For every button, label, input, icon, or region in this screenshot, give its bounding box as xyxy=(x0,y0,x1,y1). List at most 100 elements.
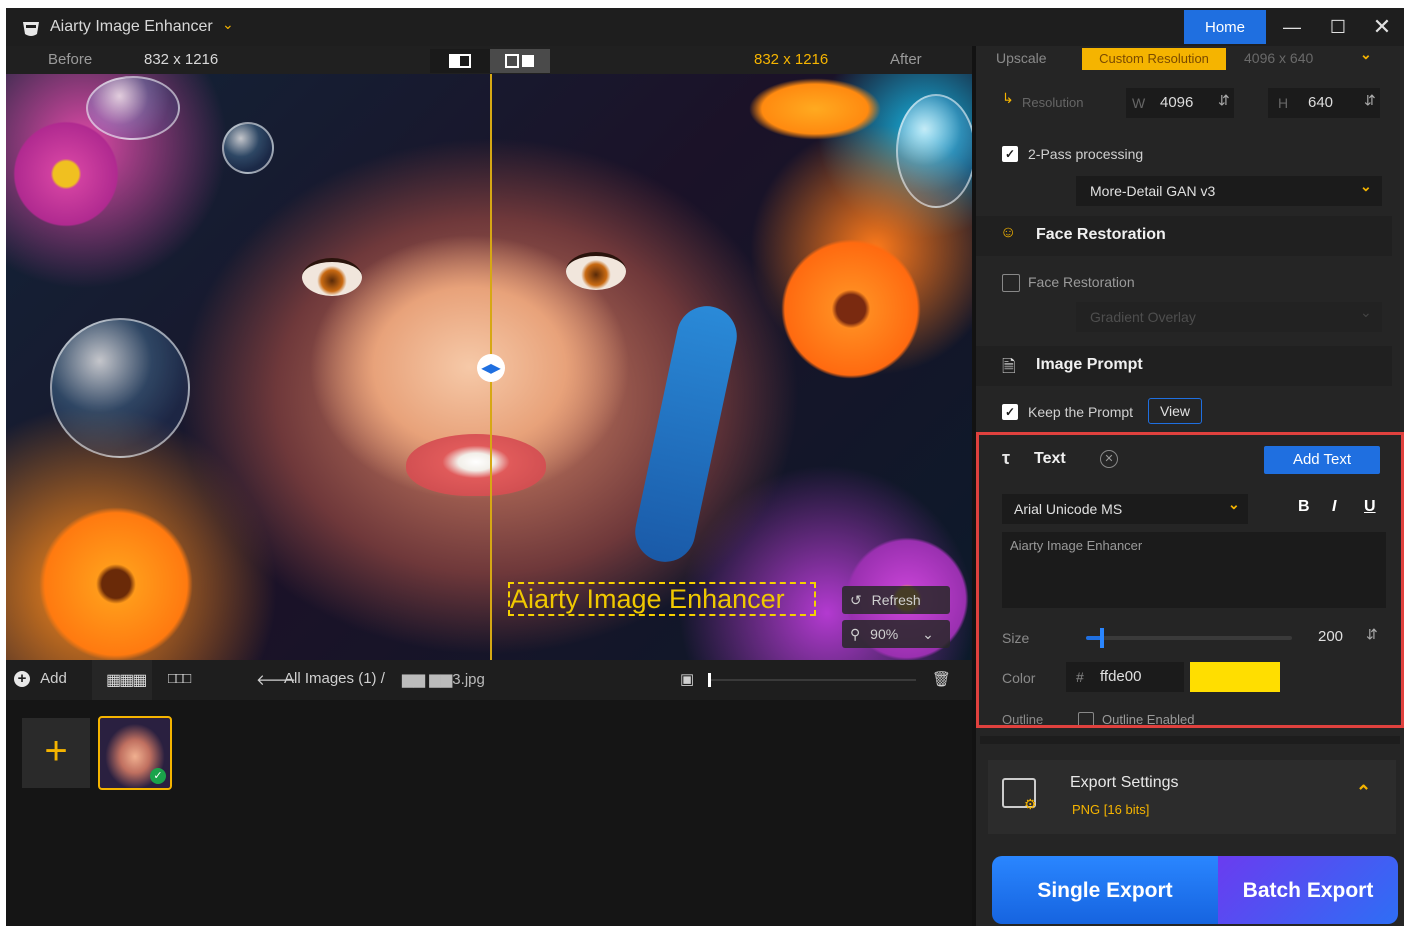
thumbnail-strip: + ✓ xyxy=(6,700,972,926)
refresh-button[interactable]: ↺ Refresh xyxy=(842,586,950,614)
bubble-decoration xyxy=(50,318,190,458)
trash-icon[interactable]: 🗑 xyxy=(932,670,951,688)
resolution-row: ↳ Resolution W 4096 ⇵ H 640 ⇵ xyxy=(980,88,1388,118)
image-prompt-title: Image Prompt xyxy=(1036,356,1143,373)
export-settings-card[interactable]: ⚙ Export Settings PNG [16 bits] ⌃ xyxy=(988,760,1396,834)
export-settings-title: Export Settings xyxy=(1070,774,1179,791)
image-canvas[interactable]: ◀▶ Aiarty Image Enhancer ↺ Refresh ⚲ 90%… xyxy=(6,74,972,660)
close-icon[interactable]: ✕ xyxy=(1364,12,1400,42)
face-restoration-label: Face Restoration xyxy=(1028,274,1135,290)
resolution-label: Resolution xyxy=(1022,95,1084,110)
minimize-icon[interactable]: — xyxy=(1274,12,1310,42)
face-restoration-checkbox[interactable] xyxy=(1002,274,1020,292)
two-pass-label: 2-Pass processing xyxy=(1028,146,1144,162)
image-prompt-section: 🗎 Image Prompt xyxy=(976,346,1392,386)
width-prefix: W xyxy=(1132,95,1146,111)
two-pass-checkbox[interactable]: ✓ xyxy=(1002,146,1018,162)
view-prompt-button[interactable]: View xyxy=(1148,398,1202,424)
refresh-icon: ↺ xyxy=(850,592,862,608)
chevron-down-icon: ⌄ xyxy=(1360,178,1372,194)
thumbnail-size-handle[interactable] xyxy=(708,673,711,687)
keep-prompt-checkbox[interactable]: ✓ xyxy=(1002,404,1018,420)
breadcrumb-all-images[interactable]: All Images (1) / xyxy=(284,670,385,687)
face-scan-icon: ☺ xyxy=(1000,224,1017,241)
stepper-icon[interactable]: ⇵ xyxy=(1218,92,1230,109)
chevron-down-icon: ⌄ xyxy=(922,626,934,642)
grid-icon: ▦▦▦ xyxy=(106,672,147,689)
zoom-icon: ⚲ xyxy=(850,626,861,642)
before-label: Before xyxy=(48,51,93,68)
before-size: 832 x 1216 xyxy=(144,51,219,68)
model-select-value: More-Detail GAN v3 xyxy=(1090,183,1216,199)
title-bar: Aiarty Image Enhancer ⌄ Home — ☐ ✕ xyxy=(6,8,1404,46)
text-watermark-overlay[interactable]: Aiarty Image Enhancer xyxy=(508,582,816,616)
check-icon: ✓ xyxy=(150,768,166,784)
width-input[interactable]: W 4096 ⇵ xyxy=(1126,88,1234,118)
upscale-mode-badge[interactable]: Custom Resolution xyxy=(1082,48,1226,70)
paint-splash xyxy=(629,300,743,568)
chevron-down-icon: ⌄ xyxy=(1360,304,1372,320)
gear-icon: ⚙ xyxy=(1024,796,1037,812)
model-select[interactable]: More-Detail GAN v3 ⌄ xyxy=(1076,176,1382,206)
bubble-decoration xyxy=(86,76,180,140)
export-format: PNG [16 bits] xyxy=(1072,802,1150,817)
single-export-button[interactable]: Single Export xyxy=(992,856,1218,924)
zoom-level: 90% xyxy=(870,626,899,642)
single-view-icon xyxy=(449,54,471,68)
add-icon: + xyxy=(14,671,30,687)
height-value: 640 xyxy=(1308,94,1334,111)
after-label: After xyxy=(890,51,922,68)
breadcrumb-filename: ▆▆ ▆▆3.jpg xyxy=(402,671,485,688)
compare-bar: Before 832 x 1216 832 x 1216 After xyxy=(6,46,972,74)
zoom-control[interactable]: ⚲ 90% ⌄ xyxy=(842,620,950,648)
single-view-button[interactable] xyxy=(430,49,490,73)
height-prefix: H xyxy=(1278,95,1289,111)
text-settings-highlight xyxy=(976,432,1404,728)
add-label: Add xyxy=(40,670,67,687)
document-icon: 🗎 xyxy=(1002,357,1016,376)
image-thumbnail[interactable]: ✓ xyxy=(98,716,172,790)
face-restoration-section: ☺ Face Restoration xyxy=(976,216,1392,256)
thumbnail-size-icon: ▣ xyxy=(680,671,695,688)
app-window: Aiarty Image Enhancer ⌄ Home — ☐ ✕ Befor… xyxy=(6,8,1404,926)
chevron-down-icon[interactable]: ⌄ xyxy=(1360,46,1372,63)
after-size: 832 x 1216 xyxy=(754,51,829,68)
split-view-icon xyxy=(505,54,534,68)
batch-export-button[interactable]: Batch Export xyxy=(1218,856,1398,924)
bubble-decoration xyxy=(896,94,972,208)
chevron-down-icon[interactable]: ⌄ xyxy=(222,16,234,33)
view-mode-toggle xyxy=(430,49,550,73)
upscale-row: Upscale Custom Resolution 4096 x 640 ⌄ xyxy=(980,46,1388,76)
split-view-button[interactable] xyxy=(490,49,550,73)
right-eye xyxy=(566,252,626,290)
add-text-button[interactable]: Add Text xyxy=(1264,446,1380,474)
flower-decoration xyxy=(6,494,226,660)
collapse-icon[interactable]: ⌃ xyxy=(1356,782,1371,803)
grid-view-button[interactable]: ▦▦▦ xyxy=(92,660,152,700)
face-model-select: Gradient Overlay ⌄ xyxy=(1076,302,1382,332)
keep-prompt-label: Keep the Prompt xyxy=(1028,404,1134,420)
flower-decoration xyxy=(740,74,890,144)
stepper-icon[interactable]: ⇵ xyxy=(1364,92,1376,109)
add-image-tile[interactable]: + xyxy=(22,718,90,788)
add-button[interactable]: + Add xyxy=(14,670,67,687)
left-eye xyxy=(302,258,362,296)
maximize-icon[interactable]: ☐ xyxy=(1320,12,1356,42)
width-value: 4096 xyxy=(1160,94,1194,111)
sub-arrow-icon: ↳ xyxy=(1002,90,1014,106)
split-handle-icon[interactable]: ◀▶ xyxy=(477,354,505,382)
filmstrip-view-icon[interactable]: □□□ xyxy=(168,670,191,687)
upscale-output-size: 4096 x 640 xyxy=(1244,50,1314,66)
home-tab[interactable]: Home xyxy=(1184,10,1266,44)
face-restoration-title: Face Restoration xyxy=(1036,226,1166,243)
refresh-label: Refresh xyxy=(871,592,921,608)
height-input[interactable]: H 640 ⇵ xyxy=(1268,88,1380,118)
thumbnail-size-slider[interactable] xyxy=(708,673,916,687)
upscale-label: Upscale xyxy=(996,50,1047,66)
lips xyxy=(406,434,546,496)
bubble-decoration xyxy=(222,122,274,174)
flower-decoration xyxy=(766,224,936,394)
panel-scrollbar[interactable] xyxy=(980,736,1400,744)
face-model-value: Gradient Overlay xyxy=(1090,309,1196,325)
image-toolbar: + Add ▦▦▦ □□□ 🡐 All Images (1) / ▆▆ ▆▆3.… xyxy=(6,660,972,700)
